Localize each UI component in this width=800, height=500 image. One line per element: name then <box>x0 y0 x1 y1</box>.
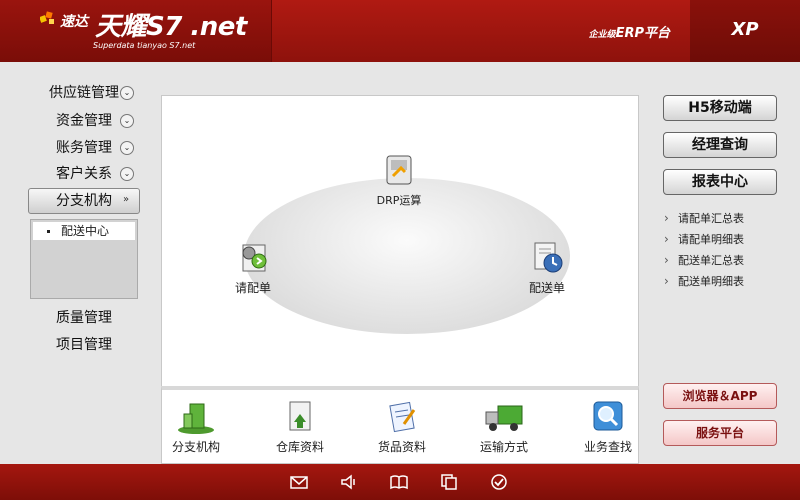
shortcut-label: 业务查找 <box>583 440 632 454</box>
shortcut-label: 货品资料 <box>377 440 426 454</box>
logo-brand-cn: 速达 <box>60 14 88 30</box>
shortcut-label: 分支机构 <box>171 440 220 454</box>
shortcut-warehouse[interactable]: 仓库资料 <box>260 400 340 455</box>
mail-icon[interactable] <box>290 473 308 491</box>
node-delivery-order[interactable]: 配送单 <box>502 239 592 296</box>
copy-icon[interactable] <box>440 473 458 491</box>
sidebar-item-supply-chain[interactable]: 供应链管理 ⌄ <box>28 81 140 105</box>
sidebar-item-quality[interactable]: 质量管理 <box>28 306 140 330</box>
flow-panel: DRP运算 请配单 配送单 <box>161 95 639 387</box>
sidebar-item-label: 分支机构 <box>56 193 112 209</box>
browser-app-button[interactable]: 浏览器＆APP <box>663 383 777 409</box>
chevron-down-icon: ⌄ <box>120 167 134 181</box>
sidebar-item-projects[interactable]: 项目管理 <box>28 333 140 357</box>
shortcut-goods[interactable]: 货品资料 <box>362 400 442 455</box>
warehouse-doc-icon <box>289 401 311 431</box>
header: 速达 天耀S7 .net Superdata tianyao S7.net 企业… <box>0 0 800 62</box>
logo-product-title: 天耀S7 .net <box>95 12 247 42</box>
submenu-item-distribution-center[interactable]: 配送中心 <box>33 222 135 240</box>
node-label: DRP运算 <box>376 194 422 207</box>
erp-small-label: 企业级 <box>588 30 616 40</box>
goods-doc-icon <box>389 401 416 433</box>
node-label: 配送单 <box>528 281 565 295</box>
report-link-delivery-detail[interactable]: 配送单明细表 <box>664 271 784 292</box>
book-icon[interactable] <box>390 473 408 491</box>
logo-subtitle: Superdata tianyao S7.net <box>93 41 196 50</box>
erp-main-label: ERP平台 <box>615 26 670 41</box>
shortcut-bar: 分支机构 仓库资料 货品资料 运输方式 业务查找 <box>161 386 639 464</box>
sidebar-item-funds[interactable]: 资金管理 ⌄ <box>28 109 140 133</box>
chevron-down-icon: ⌄ <box>120 86 134 100</box>
sidebar-item-label: 资金管理 <box>56 113 112 129</box>
speaker-icon[interactable] <box>340 473 358 491</box>
search-icon <box>593 401 623 431</box>
shortcut-transport[interactable]: 运输方式 <box>464 400 544 455</box>
logo: 速达 天耀S7 .net Superdata tianyao S7.net <box>0 0 272 62</box>
node-request-order[interactable]: 请配单 <box>208 239 298 296</box>
footer-bar <box>0 464 800 500</box>
manager-query-button[interactable]: 经理查询 <box>663 132 777 158</box>
node-drp-calc[interactable]: DRP运算 <box>354 152 444 208</box>
shortcut-branches[interactable]: 分支机构 <box>156 400 236 455</box>
sidebar-item-accounts[interactable]: 账务管理 ⌄ <box>28 136 140 160</box>
sidebar: 供应链管理 ⌄ 资金管理 ⌄ 账务管理 ⌄ 客户关系 ⌄ 分支机构 » 配送中心… <box>0 62 150 464</box>
logo-mark-icon <box>40 11 54 24</box>
shortcut-label: 运输方式 <box>479 440 528 454</box>
report-center-button[interactable]: 报表中心 <box>663 169 777 195</box>
shortcut-label: 仓库资料 <box>275 440 324 454</box>
report-link-request-detail[interactable]: 请配单明细表 <box>664 229 784 250</box>
report-link-request-summary[interactable]: 请配单汇总表 <box>664 208 784 229</box>
drp-calc-icon <box>386 155 412 185</box>
sidebar-item-label: 客户关系 <box>56 166 112 182</box>
erp-platform-label: 企业级ERP平台 <box>589 22 670 41</box>
truck-icon <box>485 405 523 431</box>
sidebar-item-label: 质量管理 <box>56 310 112 326</box>
service-platform-button[interactable]: 服务平台 <box>663 420 777 446</box>
sidebar-item-label: 供应链管理 <box>49 85 119 101</box>
sidebar-item-branches[interactable]: 分支机构 » <box>28 188 140 214</box>
shortcut-search[interactable]: 业务查找 <box>568 400 648 455</box>
check-icon[interactable] <box>490 473 508 491</box>
sidebar-item-label: 项目管理 <box>56 337 112 353</box>
chevron-down-icon: ⌄ <box>120 141 134 155</box>
node-label: 请配单 <box>234 281 271 295</box>
building-icon <box>178 403 214 434</box>
branches-submenu: 配送中心 <box>30 219 138 299</box>
xp-badge[interactable]: XP <box>690 0 800 62</box>
report-link-delivery-summary[interactable]: 配送单汇总表 <box>664 250 784 271</box>
sidebar-item-customers[interactable]: 客户关系 ⌄ <box>28 162 140 186</box>
request-gear-icon <box>242 244 267 272</box>
delivery-clock-icon <box>534 242 563 273</box>
sidebar-item-label: 账务管理 <box>56 140 112 156</box>
chevron-down-icon: ⌄ <box>120 114 134 128</box>
double-chevron-down-icon: » <box>122 194 130 205</box>
report-list: 请配单汇总表 请配单明细表 配送单汇总表 配送单明细表 <box>664 208 784 292</box>
h5-mobile-button[interactable]: H5移动端 <box>663 95 777 121</box>
